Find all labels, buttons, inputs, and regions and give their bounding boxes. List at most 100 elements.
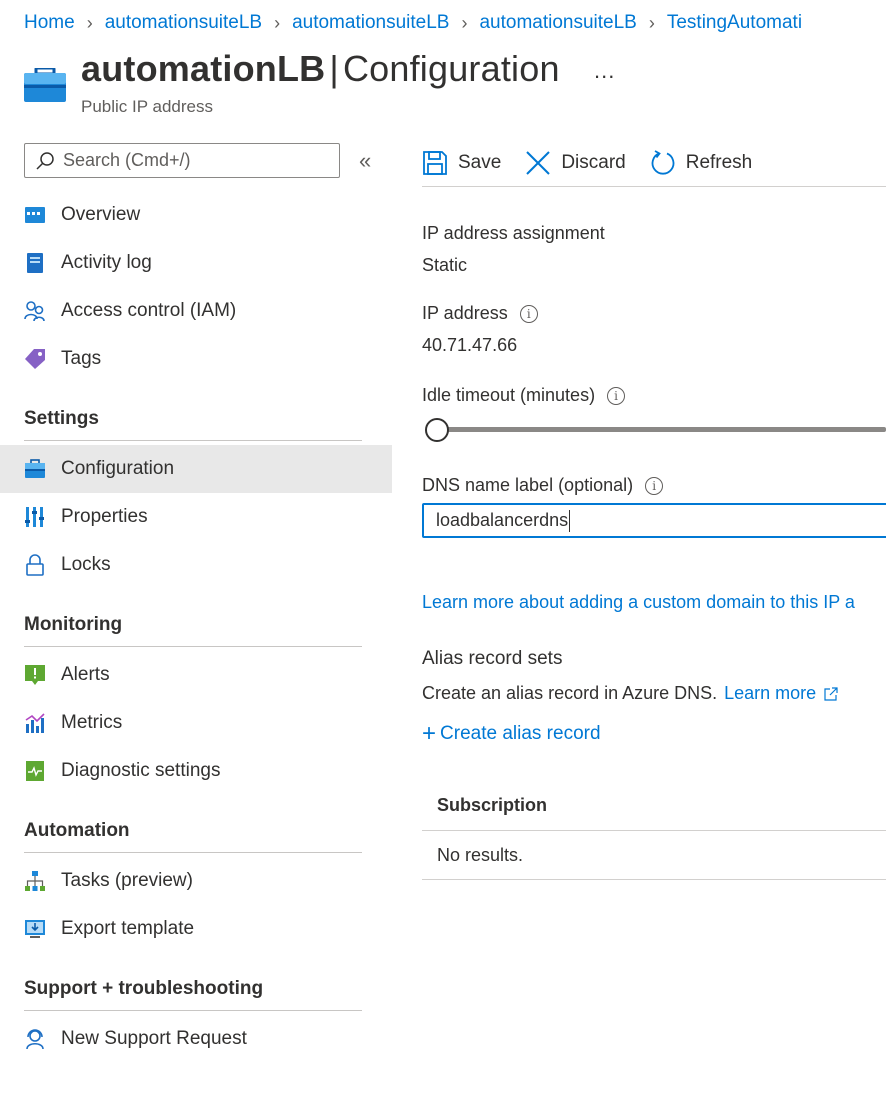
sidebar-item-locks[interactable]: Locks: [0, 541, 392, 589]
sidebar-item-label: Configuration: [61, 458, 175, 479]
metrics-icon: [24, 712, 46, 734]
dns-label-row: DNS name label (optional) i: [422, 475, 664, 496]
breadcrumb-link[interactable]: automationsuiteLB: [292, 12, 449, 34]
ip-address-label: IP address: [422, 303, 508, 323]
support-icon: [24, 1028, 46, 1050]
close-icon: [526, 151, 551, 175]
idle-timeout-label: Idle timeout (minutes): [422, 385, 596, 405]
breadcrumb-home[interactable]: Home: [24, 12, 75, 34]
iam-icon: [24, 300, 46, 322]
page-title: automationLB | Configuration: [81, 48, 560, 90]
custom-domain-learn-more-link[interactable]: Learn more about adding a custom domain …: [422, 592, 855, 613]
breadcrumb: Home › automationsuiteLB › automationsui…: [24, 10, 802, 36]
sidebar-item-tags[interactable]: Tags: [0, 335, 392, 383]
collapse-sidebar-button[interactable]: «: [359, 148, 371, 174]
ip-assignment-value: Static: [422, 255, 468, 275]
dns-name-input[interactable]: loadbalancerdns: [422, 503, 886, 538]
ip-address-value: 40.71.47.66: [422, 335, 518, 355]
title-separator: |: [329, 48, 339, 89]
chevron-right-icon: ›: [86, 12, 93, 33]
sidebar-item-label: Diagnostic settings: [61, 760, 221, 781]
sidebar-item-configuration[interactable]: Configuration: [0, 445, 392, 493]
sidebar-item-label: Properties: [61, 506, 148, 527]
sidebar-item-tasks[interactable]: Tasks (preview): [0, 857, 392, 905]
refresh-icon: [651, 150, 675, 175]
ip-address-label-row: IP address i: [422, 303, 538, 324]
sidebar-item-label: Metrics: [61, 712, 123, 733]
sidebar-item-properties[interactable]: Properties: [0, 493, 392, 541]
text-caret: [569, 509, 571, 532]
discard-button[interactable]: Discard: [525, 150, 626, 176]
breadcrumb-link[interactable]: automationsuiteLB: [479, 12, 636, 34]
diagnostic-icon: [24, 760, 46, 782]
configuration-icon: [24, 458, 46, 480]
search-placeholder: Search (Cmd+/): [63, 150, 191, 170]
tag-icon: [24, 348, 46, 370]
grid-header: Subscription: [422, 781, 886, 831]
ip-assignment-label: IP address assignment: [422, 223, 605, 243]
alias-description: Create an alias record in Azure DNS.: [422, 683, 718, 703]
dns-name-label: DNS name label (optional): [422, 475, 634, 495]
sidebar-item-label: Overview: [61, 204, 141, 225]
chevron-right-icon: ›: [461, 12, 468, 33]
alias-learn-more-link[interactable]: Learn more: [724, 683, 816, 704]
table-row: No results.: [422, 832, 886, 880]
sidebar-item-label: New Support Request: [61, 1028, 247, 1049]
breadcrumb-link[interactable]: TestingAutomati: [667, 12, 802, 34]
discard-label: Discard: [561, 152, 626, 173]
page-subtitle: Public IP address: [81, 97, 213, 116]
resource-name: automationLB: [81, 48, 326, 89]
refresh-label: Refresh: [685, 152, 753, 173]
chevron-right-icon: ›: [648, 12, 655, 33]
idle-timeout-slider-track[interactable]: [430, 427, 886, 432]
section-monitoring: Monitoring: [24, 614, 362, 647]
save-label: Save: [458, 152, 502, 173]
breadcrumb-link[interactable]: automationsuiteLB: [105, 12, 262, 34]
info-icon[interactable]: i: [607, 386, 626, 405]
sidebar-item-activity-log[interactable]: Activity log: [0, 239, 392, 287]
create-alias-label: Create alias record: [440, 723, 601, 744]
tasks-icon: [24, 870, 46, 892]
alias-record-sets-heading: Alias record sets: [422, 648, 563, 669]
sidebar-item-new-support-request[interactable]: New Support Request: [0, 1015, 392, 1063]
section-settings: Settings: [24, 408, 362, 441]
idle-timeout-label-row: Idle timeout (minutes) i: [422, 385, 626, 406]
sidebar-item-diagnostic-settings[interactable]: Diagnostic settings: [0, 747, 392, 795]
sidebar-item-label: Export template: [61, 918, 195, 939]
blade-name: Configuration: [342, 48, 560, 89]
plus-icon: +: [422, 720, 437, 747]
sidebar-item-label: Tasks (preview): [61, 870, 193, 891]
idle-timeout-slider-thumb[interactable]: [425, 418, 449, 442]
activity-log-icon: [24, 252, 46, 274]
more-options-button[interactable]: ...: [594, 58, 615, 84]
sidebar-item-overview[interactable]: Overview: [0, 191, 392, 239]
sidebar-item-iam[interactable]: Access control (IAM): [0, 287, 392, 335]
sidebar-item-label: Tags: [61, 348, 102, 369]
sidebar-item-label: Access control (IAM): [61, 300, 237, 321]
save-button[interactable]: Save: [422, 150, 501, 176]
save-icon: [423, 151, 447, 175]
info-icon[interactable]: i: [645, 476, 664, 495]
sidebar-item-metrics[interactable]: Metrics: [0, 699, 392, 747]
search-input[interactable]: Search (Cmd+/): [24, 143, 340, 178]
create-alias-record-button[interactable]: + Create alias record: [422, 722, 601, 746]
export-template-icon: [24, 918, 46, 940]
column-header-subscription[interactable]: Subscription: [437, 795, 547, 816]
search-icon: [36, 151, 54, 170]
properties-icon: [24, 506, 46, 528]
external-link-icon: [824, 686, 838, 701]
section-automation: Automation: [24, 820, 362, 853]
overview-icon: [24, 204, 46, 226]
alias-description-row: Create an alias record in Azure DNS. Lea…: [422, 683, 838, 704]
chevron-right-icon: ›: [274, 12, 281, 33]
sidebar-item-label: Alerts: [61, 664, 110, 685]
section-support: Support + troubleshooting: [24, 978, 362, 1011]
dns-name-value: loadbalancerdns: [436, 510, 569, 530]
command-bar: Save Discard Refresh: [422, 140, 886, 187]
sidebar-item-alerts[interactable]: Alerts: [0, 651, 392, 699]
sidebar-item-export-template[interactable]: Export template: [0, 905, 392, 953]
sidebar-item-label: Locks: [61, 554, 111, 575]
info-icon[interactable]: i: [519, 304, 538, 323]
refresh-button[interactable]: Refresh: [650, 150, 753, 176]
alert-icon: [24, 664, 46, 686]
